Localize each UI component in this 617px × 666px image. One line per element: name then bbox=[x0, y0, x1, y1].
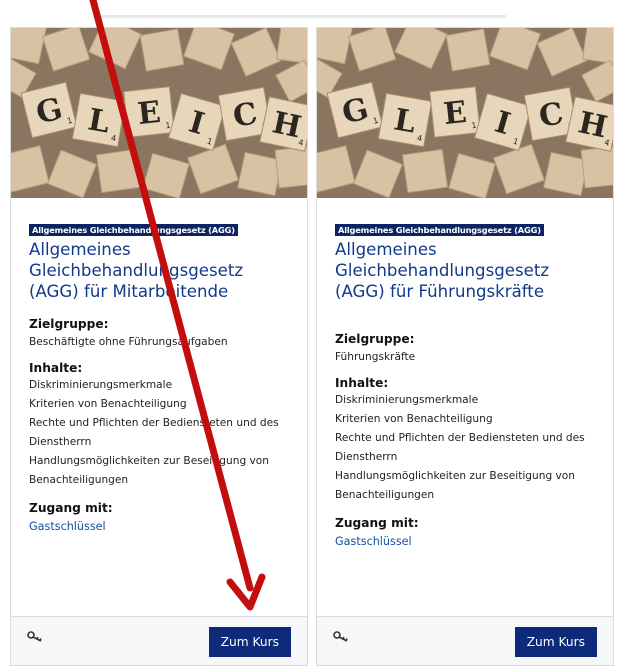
category-badge: Allgemeines Gleichbehandlungsgesetz (AGG… bbox=[335, 224, 544, 236]
inhalte-item: Rechte und Pflichten der Bediensteten un… bbox=[29, 417, 279, 448]
tile-letter: E bbox=[136, 95, 162, 132]
letter-tile: E1 bbox=[429, 86, 481, 138]
card-footer: Zum Kurs bbox=[11, 616, 307, 665]
inhalte-list: Diskriminierungsmerkmale Kriterien von B… bbox=[335, 391, 595, 505]
zielgruppe-label: Zielgruppe: bbox=[29, 317, 109, 331]
top-divider bbox=[96, 15, 506, 18]
inhalte-label: Inhalte: bbox=[335, 376, 389, 390]
inhalte-item: Diskriminierungsmerkmale bbox=[29, 379, 173, 391]
inhalte-label: Inhalte: bbox=[29, 361, 83, 375]
zugang-label: Zugang mit: bbox=[29, 501, 113, 515]
letter-tile: L4 bbox=[71, 92, 127, 148]
gastschluessel-link[interactable]: Gastschlüssel bbox=[335, 535, 412, 548]
zum-kurs-button[interactable]: Zum Kurs bbox=[208, 627, 291, 657]
tile-subscript: 1 bbox=[471, 121, 477, 130]
inhalte-item: Kriterien von Benachteiligung bbox=[29, 398, 187, 410]
inhalte-item: Diskriminierungsmerkmale bbox=[335, 394, 479, 406]
key-icon bbox=[27, 631, 42, 642]
letter-tile: E1 bbox=[123, 86, 175, 138]
zielgruppe-value: Führungskräfte bbox=[335, 351, 416, 363]
inhalte-item: Handlungsmöglichkeiten zur Beseitigung v… bbox=[29, 455, 270, 486]
inhalte-item: Handlungsmöglichkeiten zur Beseitigung v… bbox=[335, 470, 576, 501]
zugang-label: Zugang mit: bbox=[335, 516, 419, 530]
tile-letter: E bbox=[442, 95, 468, 132]
course-image: G1L4E1I1C3H4 bbox=[11, 28, 307, 198]
card-footer: Zum Kurs bbox=[317, 616, 613, 665]
inhalte-list: Diskriminierungsmerkmale Kriterien von B… bbox=[29, 376, 289, 490]
course-title[interactable]: Allgemeines Gleichbehandlungsgesetz (AGG… bbox=[29, 239, 289, 302]
letter-tile: L4 bbox=[377, 92, 433, 148]
gastschluessel-link[interactable]: Gastschlüssel bbox=[29, 520, 106, 533]
zielgruppe-label: Zielgruppe: bbox=[335, 332, 415, 346]
category-badge: Allgemeines Gleichbehandlungsgesetz (AGG… bbox=[29, 224, 238, 236]
inhalte-item: Kriterien von Benachteiligung bbox=[335, 413, 493, 425]
course-card-mitarbeitende: G1L4E1I1C3H4 Allgemeines Gleichbehandlun… bbox=[10, 27, 308, 666]
zielgruppe-value: Beschäftigte ohne Führungsaufgaben bbox=[29, 336, 228, 348]
course-card-fuehrungskraefte: G1L4E1I1C3H4 Allgemeines Gleichbehandlun… bbox=[316, 27, 614, 666]
course-title[interactable]: Allgemeines Gleichbehandlungsgesetz (AGG… bbox=[335, 239, 595, 302]
zum-kurs-button[interactable]: Zum Kurs bbox=[514, 627, 597, 657]
inhalte-item: Rechte und Pflichten der Bediensteten un… bbox=[335, 432, 585, 463]
course-image: G1L4E1I1C3H4 bbox=[317, 28, 613, 198]
key-icon bbox=[333, 631, 348, 642]
tile-subscript: 1 bbox=[165, 121, 171, 130]
